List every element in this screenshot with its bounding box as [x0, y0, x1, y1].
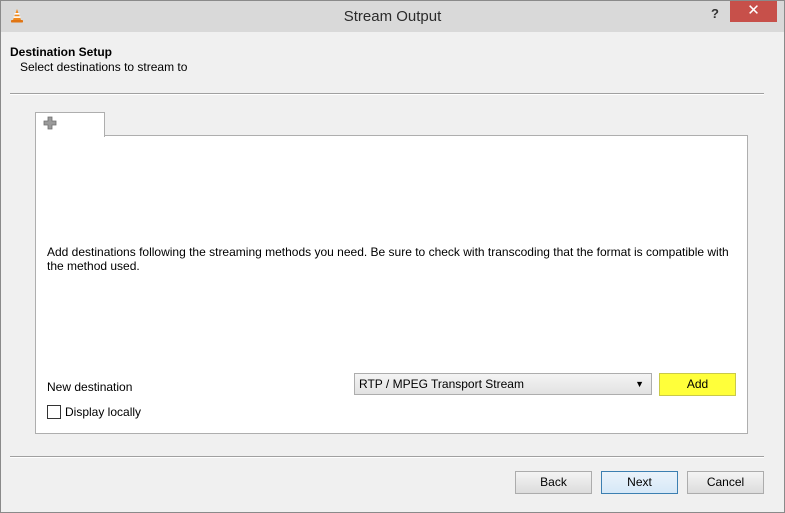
help-button[interactable]: ?: [704, 5, 726, 25]
header-separator: [10, 93, 764, 95]
window-title: Stream Output: [343, 8, 442, 25]
stream-output-window: Stream Output ? ✕ Destination Setup Sele…: [0, 0, 785, 513]
title-bar[interactable]: Stream Output ? ✕: [1, 1, 784, 32]
footer-separator: [10, 456, 764, 458]
page-subtitle: Select destinations to stream to: [20, 60, 188, 74]
back-button[interactable]: Back: [515, 471, 592, 494]
dropdown-arrow-icon: ▼: [635, 379, 644, 389]
add-button[interactable]: Add: [659, 373, 736, 396]
new-destination-label: New destination: [47, 380, 133, 394]
wizard-header: Destination Setup Select destinations to…: [10, 45, 774, 74]
display-locally-checkbox[interactable]: [47, 405, 61, 419]
page-title: Destination Setup: [10, 45, 113, 59]
destination-select[interactable]: RTP / MPEG Transport Stream ▼: [354, 373, 652, 395]
next-button[interactable]: Next: [601, 471, 678, 494]
close-button[interactable]: ✕: [730, 1, 777, 22]
plus-icon: [43, 116, 57, 130]
destination-panel: Add destinations following the streaming…: [35, 135, 748, 434]
info-text: Add destinations following the streaming…: [47, 245, 729, 273]
destination-select-value: RTP / MPEG Transport Stream: [359, 377, 524, 391]
tab-add-destination[interactable]: [35, 112, 105, 137]
display-locally-label: Display locally: [65, 405, 142, 419]
cancel-button[interactable]: Cancel: [687, 471, 764, 494]
